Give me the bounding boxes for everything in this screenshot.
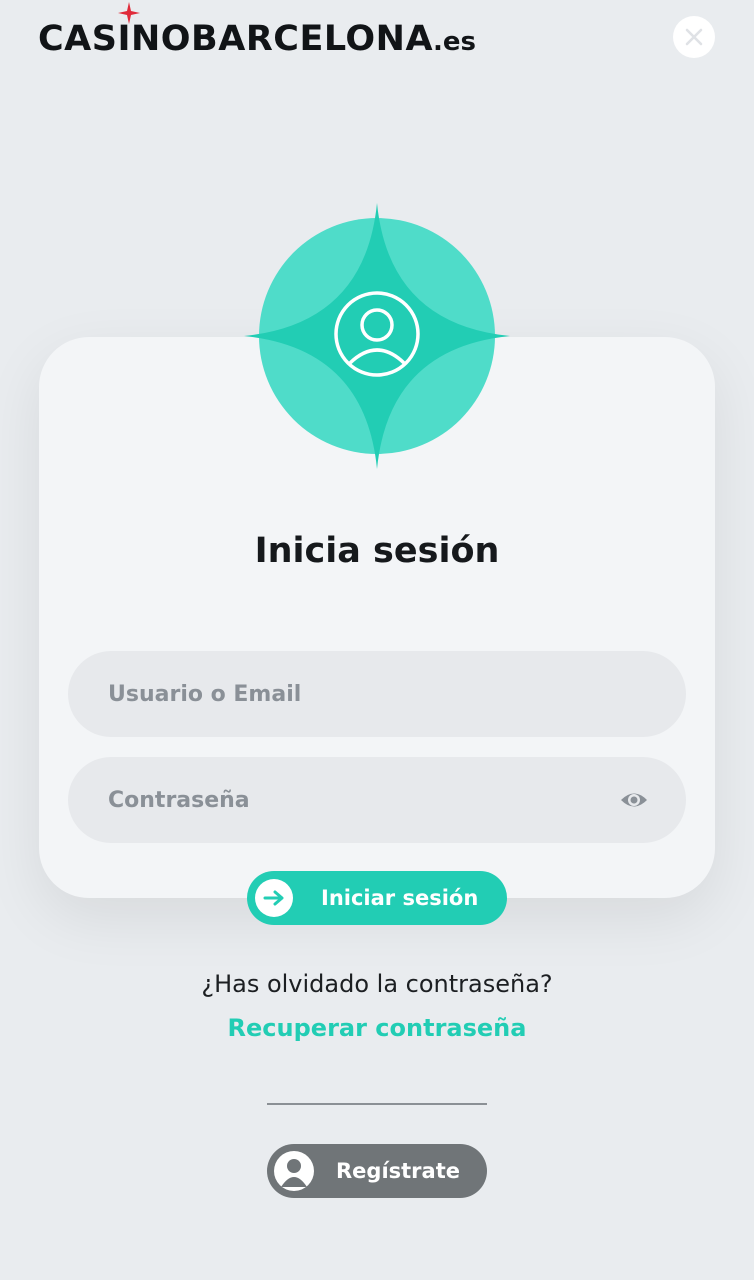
close-button[interactable] (673, 16, 715, 58)
user-avatar-icon (244, 203, 510, 469)
register-button[interactable]: Regístrate (267, 1144, 487, 1198)
register-button-label: Regístrate (336, 1159, 460, 1183)
page-title: Inicia sesión (254, 531, 500, 571)
close-icon (685, 28, 703, 46)
forgot-password-text: ¿Has olvidado la contraseña? (201, 970, 553, 998)
star-sparkle-icon (118, 2, 140, 24)
password-input[interactable] (108, 787, 646, 813)
password-field[interactable] (68, 757, 686, 843)
user-icon (274, 1151, 314, 1191)
arrow-right-icon (255, 879, 293, 917)
brand-logo[interactable]: CASINOBARCELONA .es (38, 2, 477, 64)
login-button-label: Iniciar sesión (321, 886, 479, 910)
username-input[interactable] (108, 681, 646, 707)
divider (267, 1103, 487, 1105)
username-field[interactable] (68, 651, 686, 737)
logo-wordmark: CASINOBARCELONA (38, 19, 434, 59)
eye-icon[interactable] (620, 786, 648, 814)
login-button[interactable]: Iniciar sesión (247, 871, 507, 925)
recover-password-link[interactable]: Recuperar contraseña (0, 1010, 754, 1046)
logo-domain: .es (433, 27, 477, 57)
